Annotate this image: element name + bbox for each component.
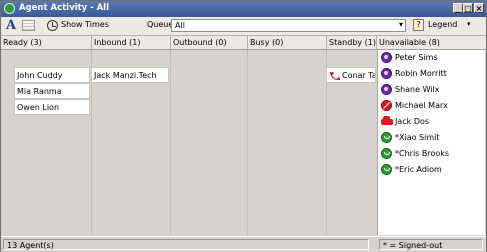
close-button[interactable]: ×: [474, 3, 484, 13]
away-purple-icon: [381, 84, 392, 95]
column-divider: [247, 50, 248, 235]
agent-card[interactable]: Shane Wilx: [378, 82, 484, 98]
status-bar: 13 Agent(s) * = Signed-out: [1, 236, 486, 252]
chevron-down-icon: ▾: [398, 20, 403, 29]
app-icon: [4, 3, 15, 14]
legend-label: Legend: [428, 20, 458, 29]
column-headers: Ready (3) Inbound (1) Outbound (0) Busy …: [1, 36, 486, 50]
queue-select-value: All: [175, 21, 185, 30]
signed-out-green-icon: [381, 132, 392, 143]
agent-card[interactable]: Mia Ranma: [14, 83, 90, 99]
signed-out-green-icon: [381, 164, 392, 175]
legend-button[interactable]: ? Legend ▾: [411, 19, 477, 33]
agent-card[interactable]: *Xiao Simit: [378, 130, 484, 146]
show-times-button[interactable]: Show Times: [61, 20, 109, 29]
signed-out-green-icon: [381, 148, 392, 159]
agent-card[interactable]: Jack Manzi.Tech: [91, 67, 169, 83]
font-icon[interactable]: A: [6, 18, 16, 33]
unavailable-column: Peter Sims Robin Morritt Shane Wilx Mich…: [377, 50, 485, 235]
column-divider: [170, 50, 171, 235]
away-purple-icon: [381, 52, 392, 63]
queue-select[interactable]: All ▾: [171, 19, 406, 32]
agent-name: Michael Marx: [395, 101, 448, 110]
column-header-standby[interactable]: Standby (1): [327, 36, 377, 49]
restore-button[interactable]: □: [463, 3, 473, 13]
agent-card[interactable]: Peter Sims: [378, 50, 484, 66]
agent-name: *Chris Brooks: [395, 149, 450, 158]
grid-view-icon[interactable]: [22, 20, 35, 31]
column-header-ready[interactable]: Ready (3): [1, 36, 92, 49]
agent-card[interactable]: *Chris Brooks: [378, 146, 484, 162]
column-header-busy[interactable]: Busy (0): [248, 36, 327, 49]
agent-board: John Cuddy Mia Ranma Owen Lion Jack Manz…: [1, 50, 486, 235]
clock-icon[interactable]: [47, 20, 58, 31]
do-not-disturb-icon: [381, 100, 392, 111]
toolbar: A Show Times Queue: All ▾ ? Legend ▾: [1, 17, 486, 36]
away-purple-icon: [381, 68, 392, 79]
help-icon: ?: [413, 19, 424, 31]
agent-activity-window: Agent Activity - All _ □ × A Show Times …: [0, 0, 487, 252]
agent-name: Peter Sims: [395, 53, 438, 62]
agent-card[interactable]: Owen Lion: [14, 99, 90, 115]
agent-count: 13 Agent(s): [3, 239, 369, 250]
title-bar[interactable]: Agent Activity - All _ □ ×: [1, 1, 486, 17]
agent-card[interactable]: Conar Tannen: [326, 67, 376, 83]
agent-card[interactable]: Robin Morritt: [378, 66, 484, 82]
column-header-unavailable[interactable]: Unavailable (8): [377, 36, 486, 49]
agent-name: *Xiao Simit: [395, 133, 440, 142]
column-header-outbound[interactable]: Outbound (0): [171, 36, 248, 49]
chevron-down-icon: ▾: [467, 20, 471, 28]
window-title: Agent Activity - All: [19, 3, 110, 13]
phone-icon: [330, 72, 340, 80]
agent-name: Shane Wilx: [395, 85, 440, 94]
column-header-inbound[interactable]: Inbound (1): [92, 36, 171, 49]
car-icon: [381, 116, 393, 125]
agent-card[interactable]: Jack Dos: [378, 114, 484, 130]
agent-name: Conar Tannen: [342, 71, 375, 80]
agent-card[interactable]: Michael Marx: [378, 98, 484, 114]
signed-out-legend: * = Signed-out: [379, 239, 483, 250]
agent-name: Jack Dos: [395, 117, 430, 126]
agent-card[interactable]: John Cuddy: [14, 67, 90, 83]
agent-name: *Eric Adiom: [395, 165, 442, 174]
agent-card[interactable]: *Eric Adiom: [378, 162, 484, 178]
agent-name: Robin Morritt: [395, 69, 447, 78]
minimize-button[interactable]: _: [453, 3, 463, 13]
